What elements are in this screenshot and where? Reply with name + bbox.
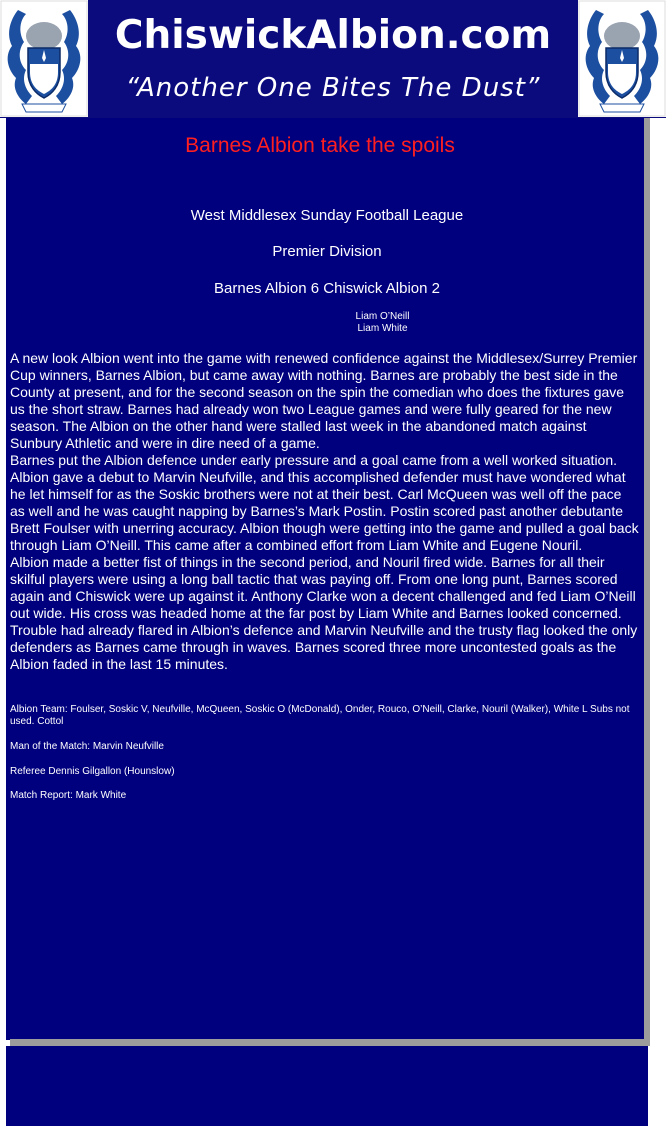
report-paragraph: Albion made a better fist of things in t…: [10, 554, 638, 672]
report-paragraph: Barnes put the Albion defence under earl…: [10, 452, 639, 553]
referee: Referee Dennis Gilgallon (Hounslow): [10, 766, 175, 777]
scorer: Liam O’Neill: [355, 311, 410, 322]
footer-panel: [6, 1046, 648, 1126]
goal-scorers: Liam O’Neill Liam White: [340, 311, 425, 335]
club-crest-icon: [0, 0, 88, 117]
team-lineup: Albion Team: Foulser, Soskic V, Neufvill…: [10, 704, 630, 727]
scorer: Liam White: [357, 323, 408, 334]
report-paragraph: A new look Albion went into the game wit…: [10, 350, 638, 451]
article-title: Barnes Albion take the spoils: [185, 134, 455, 157]
report-author: Match Report: Mark White: [10, 790, 127, 801]
man-of-the-match: Man of the Match: Marvin Neufville: [10, 741, 164, 752]
site-header: ChiswickAlbion.com “Another One Bites Th…: [0, 0, 666, 118]
match-scoreline: Barnes Albion 6 Chiswick Albion 2: [214, 280, 440, 297]
panel-shadow-bottom: [10, 1039, 650, 1046]
match-report: A new look Albion went into the game wit…: [10, 350, 640, 673]
site-slogan: “Another One Bites The Dust”: [125, 73, 541, 103]
club-crest-icon: [578, 0, 666, 117]
league-name: West Middlesex Sunday Football League: [190, 207, 464, 224]
site-title: ChiswickAlbion.com: [114, 13, 552, 58]
division-name: Premier Division: [272, 243, 382, 260]
